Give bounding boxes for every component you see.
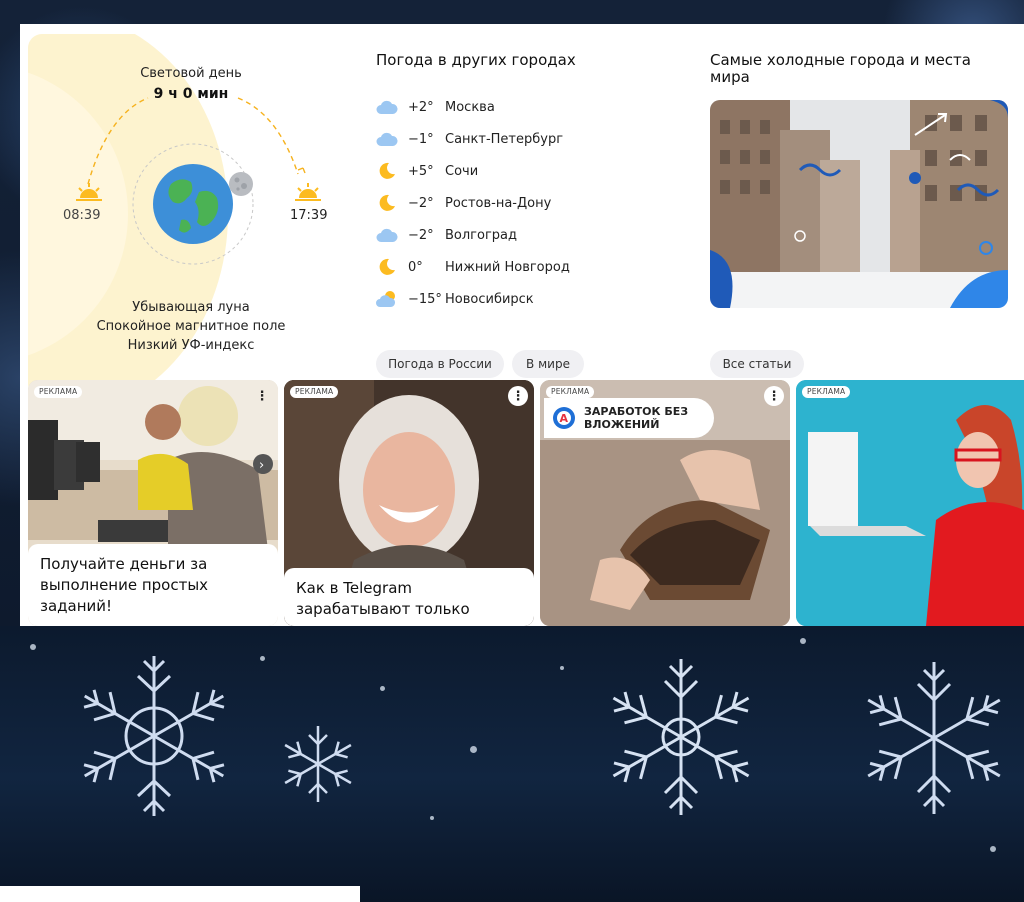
sunset-icon [295, 183, 321, 201]
moon-icon [229, 172, 253, 196]
more-options-icon[interactable]: ⋮ [252, 386, 272, 406]
ad-image-laptop-woman [796, 380, 1024, 626]
earth-icon [153, 164, 233, 244]
sun-cloud-icon [376, 290, 398, 308]
all-articles-button[interactable]: Все статьи [710, 350, 804, 378]
city-row[interactable]: 0° Нижний Новгород [376, 254, 570, 280]
city-name: Новосибирск [445, 291, 534, 307]
ad-card[interactable]: РЕКЛАМА [796, 380, 1024, 626]
daylight-card[interactable]: Световой день 9 ч 0 мин 08:39 17:39 Убыв… [28, 34, 354, 398]
cloud-icon [376, 226, 398, 244]
ad-banner-text: ЗАРАБОТОК БЕЗ ВЛОЖЕНИЙ [584, 405, 689, 431]
ad-label: РЕКЛАМА [546, 386, 595, 398]
ad-card[interactable]: РЕКЛАМА ⋮ Как в Telegram зарабатывают то… [284, 380, 534, 626]
svg-text:A: A [560, 412, 569, 425]
snowflake-icon [612, 659, 750, 815]
moon-icon [376, 162, 398, 180]
sunrise-time: 08:39 [63, 208, 101, 223]
city-row[interactable]: −2° Ростов-на-Дону [376, 190, 551, 216]
moon-icon [376, 258, 398, 276]
snowflake-icon [83, 656, 225, 816]
ad-text: Получайте деньги за выполнение простых з… [28, 544, 278, 626]
ad-text: Как в Telegram зарабатывают только [284, 568, 534, 626]
city-name: Ростов-на-Дону [445, 195, 552, 211]
ad-card[interactable]: › РЕКЛАМА ⋮ Получайте деньги за выполнен… [28, 380, 278, 626]
world-weather-button[interactable]: В мире [512, 350, 584, 378]
city-name: Нижний Новгород [445, 259, 570, 275]
city-row[interactable]: +2° Москва [376, 94, 495, 120]
city-row[interactable]: −1° Санкт-Петербург [376, 126, 563, 152]
other-cities-card: Погода в других городах +2° Москва −1° С… [362, 34, 688, 398]
city-name: Волгоград [445, 227, 518, 243]
russia-weather-button[interactable]: Погода в России [376, 350, 504, 378]
more-options-icon[interactable]: ⋮ [508, 386, 528, 406]
city-row[interactable]: +5° Сочи [376, 158, 478, 184]
logo-icon: A [553, 407, 575, 429]
coldest-cities-card[interactable]: Самые холодные города и места мира Все с… [696, 34, 1022, 398]
city-row[interactable]: −2° Волгоград [376, 222, 517, 248]
sunset-time: 17:39 [290, 208, 328, 223]
city-name: Санкт-Петербург [445, 131, 564, 147]
ad-label: РЕКЛАМА [290, 386, 339, 398]
cloud-icon [376, 98, 398, 116]
more-options-icon[interactable]: ⋮ [764, 386, 784, 406]
snowflake-icon [284, 726, 352, 802]
snowflake-icon [867, 662, 1001, 814]
magnetic-field: Спокойное магнитное поле [96, 319, 286, 334]
svg-text:›: › [259, 458, 264, 473]
bottom-white-strip [0, 886, 360, 902]
other-cities-title: Погода в других городах [376, 51, 576, 69]
coldest-city-image[interactable] [710, 100, 1008, 308]
uv-index: Низкий УФ-индекс [127, 338, 255, 353]
city-name: Сочи [445, 163, 479, 179]
ad-banner: A ЗАРАБОТОК БЕЗ ВЛОЖЕНИЙ [544, 398, 714, 438]
city-row[interactable]: −15° Новосибирск [376, 286, 534, 312]
ad-card[interactable]: РЕКЛАМА ⋮ A ЗАРАБОТОК БЕЗ ВЛОЖЕНИЙ [540, 380, 790, 626]
moon-icon [376, 194, 398, 212]
winter-street-illustration [710, 100, 1008, 308]
moon-phase: Убывающая луна [132, 300, 250, 315]
weather-widget: Световой день 9 ч 0 мин 08:39 17:39 Убыв… [20, 24, 1024, 626]
ad-label: РЕКЛАМА [34, 386, 83, 398]
background-snowflakes [0, 626, 1024, 902]
daylight-notes: Убывающая луна Спокойное магнитное поле … [28, 298, 354, 355]
ad-label: РЕКЛАМА [802, 386, 851, 398]
city-name: Москва [445, 99, 495, 115]
cloud-icon [376, 130, 398, 148]
coldest-cities-title: Самые холодные города и места мира [710, 51, 971, 86]
sunrise-icon [76, 183, 102, 201]
